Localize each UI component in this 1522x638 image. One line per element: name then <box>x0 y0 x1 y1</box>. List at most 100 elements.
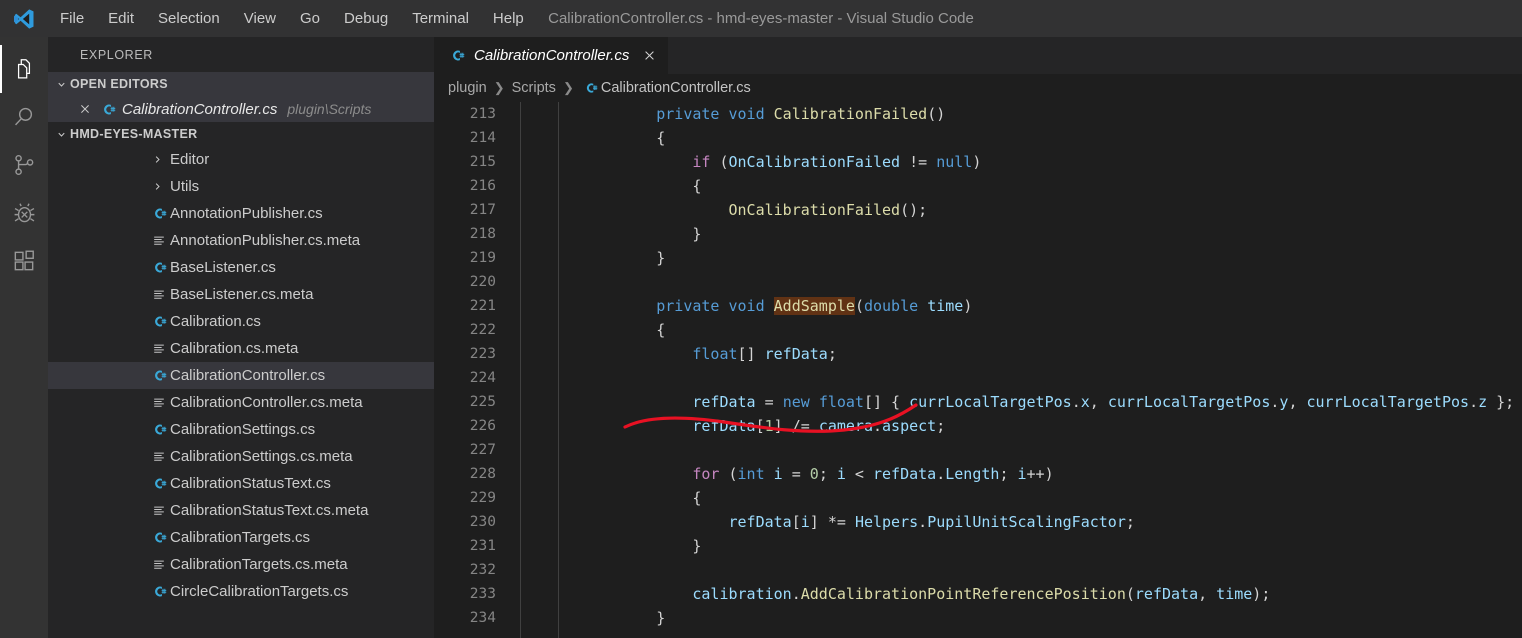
csharp-file-icon <box>148 260 170 275</box>
tree-file-row[interactable]: CalibrationSettings.cs <box>48 416 434 443</box>
line-content: } <box>584 225 702 243</box>
tab-calibrationcontroller[interactable]: CalibrationController.cs <box>434 37 670 74</box>
code-line[interactable]: 218 } <box>434 222 1522 246</box>
close-icon[interactable] <box>74 103 96 115</box>
code-line[interactable]: 215 if (OnCalibrationFailed != null) <box>434 150 1522 174</box>
explorer-title: EXPLORER <box>80 47 153 62</box>
breadcrumb-item-file[interactable]: CalibrationController.cs <box>601 80 751 96</box>
line-content: refData = new float[] { currLocalTargetP… <box>692 393 1515 411</box>
menu-item-debug[interactable]: Debug <box>332 7 400 30</box>
meta-file-icon <box>148 396 170 410</box>
tree-file-row[interactable]: CalibrationController.cs.meta <box>48 389 434 416</box>
tree-item-label: BaseListener.cs.meta <box>170 286 314 303</box>
code-line[interactable]: 214 { <box>434 126 1522 150</box>
code-line[interactable]: 234 } <box>434 606 1522 630</box>
chevron-right-icon: ❯ <box>562 80 574 95</box>
tree-file-row[interactable]: CalibrationStatusText.cs <box>48 470 434 497</box>
tree-file-row[interactable]: BaseListener.cs <box>48 254 434 281</box>
workspace-header[interactable]: HMD-EYES-MASTER <box>48 122 434 146</box>
debug-icon[interactable] <box>0 189 48 237</box>
line-content: float[] refData; <box>692 345 837 363</box>
code-line[interactable]: 232 <box>434 558 1522 582</box>
meta-file-icon <box>148 342 170 356</box>
tab-title: CalibrationController.cs <box>474 47 630 64</box>
tree-file-row[interactable]: AnnotationPublisher.cs.meta <box>48 227 434 254</box>
code-line[interactable]: 230 refData[i] *= Helpers.PupilUnitScali… <box>434 510 1522 534</box>
code-line[interactable]: 224 <box>434 366 1522 390</box>
line-number: 219 <box>469 250 496 266</box>
line-content: if (OnCalibrationFailed != null) <box>692 153 982 171</box>
code-line[interactable]: 229 { <box>434 486 1522 510</box>
chevron-down-icon <box>52 129 70 140</box>
line-content: } <box>584 537 702 555</box>
csharp-file-icon <box>148 368 170 383</box>
source-control-icon[interactable] <box>0 141 48 189</box>
tree-file-row[interactable]: CalibrationSettings.cs.meta <box>48 443 434 470</box>
code-line[interactable]: 223 float[] refData; <box>434 342 1522 366</box>
tree-file-row[interactable]: AnnotationPublisher.cs <box>48 200 434 227</box>
breadcrumb-item-plugin[interactable]: plugin <box>448 80 487 96</box>
menu-item-terminal[interactable]: Terminal <box>400 7 481 30</box>
tree-folder-row[interactable]: Utils <box>48 173 434 200</box>
tree-file-row[interactable]: Calibration.cs.meta <box>48 335 434 362</box>
line-number: 215 <box>469 154 496 170</box>
tree-item-label: Utils <box>170 178 200 195</box>
code-line[interactable]: 213 private void CalibrationFailed() <box>434 102 1522 126</box>
code-line[interactable]: 228 for (int i = 0; i < refData.Length; … <box>434 462 1522 486</box>
tree-file-row[interactable]: CalibrationStatusText.cs.meta <box>48 497 434 524</box>
code-line[interactable]: 219 } <box>434 246 1522 270</box>
tree-item-label: CalibrationController.cs <box>170 367 326 384</box>
open-editor-path: plugin\Scripts <box>287 101 372 117</box>
tree-file-row[interactable]: Calibration.cs <box>48 308 434 335</box>
line-content: for (int i = 0; i < refData.Length; i++) <box>692 465 1054 483</box>
breadcrumb-item-scripts[interactable]: Scripts <box>512 80 556 96</box>
chevron-down-icon <box>52 79 70 90</box>
close-icon[interactable] <box>643 49 656 62</box>
line-content: refData[1] /= camera.aspect; <box>692 417 946 435</box>
code-line[interactable]: 225 refData = new float[] { currLocalTar… <box>434 390 1522 414</box>
editor-area: CalibrationController.cs plugin ❯ Script… <box>434 37 1522 638</box>
code-line[interactable]: 221 private void AddSample(double time) <box>434 294 1522 318</box>
line-content: { <box>584 321 666 339</box>
explorer-icon[interactable] <box>0 45 48 93</box>
code-line[interactable]: 220 <box>434 270 1522 294</box>
line-content: } <box>584 249 666 267</box>
code-line[interactable]: 226 refData[1] /= camera.aspect; <box>434 414 1522 438</box>
tree-file-row[interactable]: CalibrationTargets.cs <box>48 524 434 551</box>
code-line[interactable]: 216 { <box>434 174 1522 198</box>
extensions-icon[interactable] <box>0 237 48 285</box>
line-number: 231 <box>469 538 496 554</box>
open-editors-label: OPEN EDITORS <box>70 77 168 91</box>
menu-item-selection[interactable]: Selection <box>146 7 232 30</box>
csharp-file-icon <box>148 206 170 221</box>
menu-item-go[interactable]: Go <box>288 7 332 30</box>
tree-folder-row[interactable]: Editor <box>48 146 434 173</box>
open-editors-header[interactable]: OPEN EDITORS <box>48 72 434 96</box>
meta-file-icon <box>148 504 170 518</box>
code-line[interactable]: 233 calibration.AddCalibrationPointRefer… <box>434 582 1522 606</box>
code-editor[interactable]: 213 private void CalibrationFailed() 214 … <box>434 102 1522 638</box>
title-bar: File Edit Selection View Go Debug Termin… <box>0 0 1522 37</box>
tree-file-row[interactable]: CircleCalibrationTargets.cs <box>48 578 434 605</box>
code-line[interactable]: 217 OnCalibrationFailed(); <box>434 198 1522 222</box>
search-icon[interactable] <box>0 93 48 141</box>
code-line[interactable]: 222 { <box>434 318 1522 342</box>
menu-item-view[interactable]: View <box>232 7 288 30</box>
menu-item-help[interactable]: Help <box>481 7 536 30</box>
line-number: 234 <box>469 610 496 626</box>
code-line[interactable]: 227 <box>434 438 1522 462</box>
tree-file-row[interactable]: CalibrationTargets.cs.meta <box>48 551 434 578</box>
menu-item-edit[interactable]: Edit <box>96 7 146 30</box>
line-content: } <box>584 609 666 627</box>
chevron-right-icon: ❯ <box>493 80 505 95</box>
meta-file-icon <box>148 288 170 302</box>
menu-item-file[interactable]: File <box>48 7 96 30</box>
open-editor-item[interactable]: CalibrationController.cs plugin\Scripts <box>48 96 434 122</box>
menu-bar[interactable]: File Edit Selection View Go Debug Termin… <box>48 7 536 30</box>
tree-file-row[interactable]: BaseListener.cs.meta <box>48 281 434 308</box>
code-line[interactable]: 231 } <box>434 534 1522 558</box>
line-number: 227 <box>469 442 496 458</box>
csharp-file-icon <box>148 422 170 437</box>
tree-item-label: CalibrationStatusText.cs <box>170 475 331 492</box>
tree-file-row[interactable]: CalibrationController.cs <box>48 362 434 389</box>
